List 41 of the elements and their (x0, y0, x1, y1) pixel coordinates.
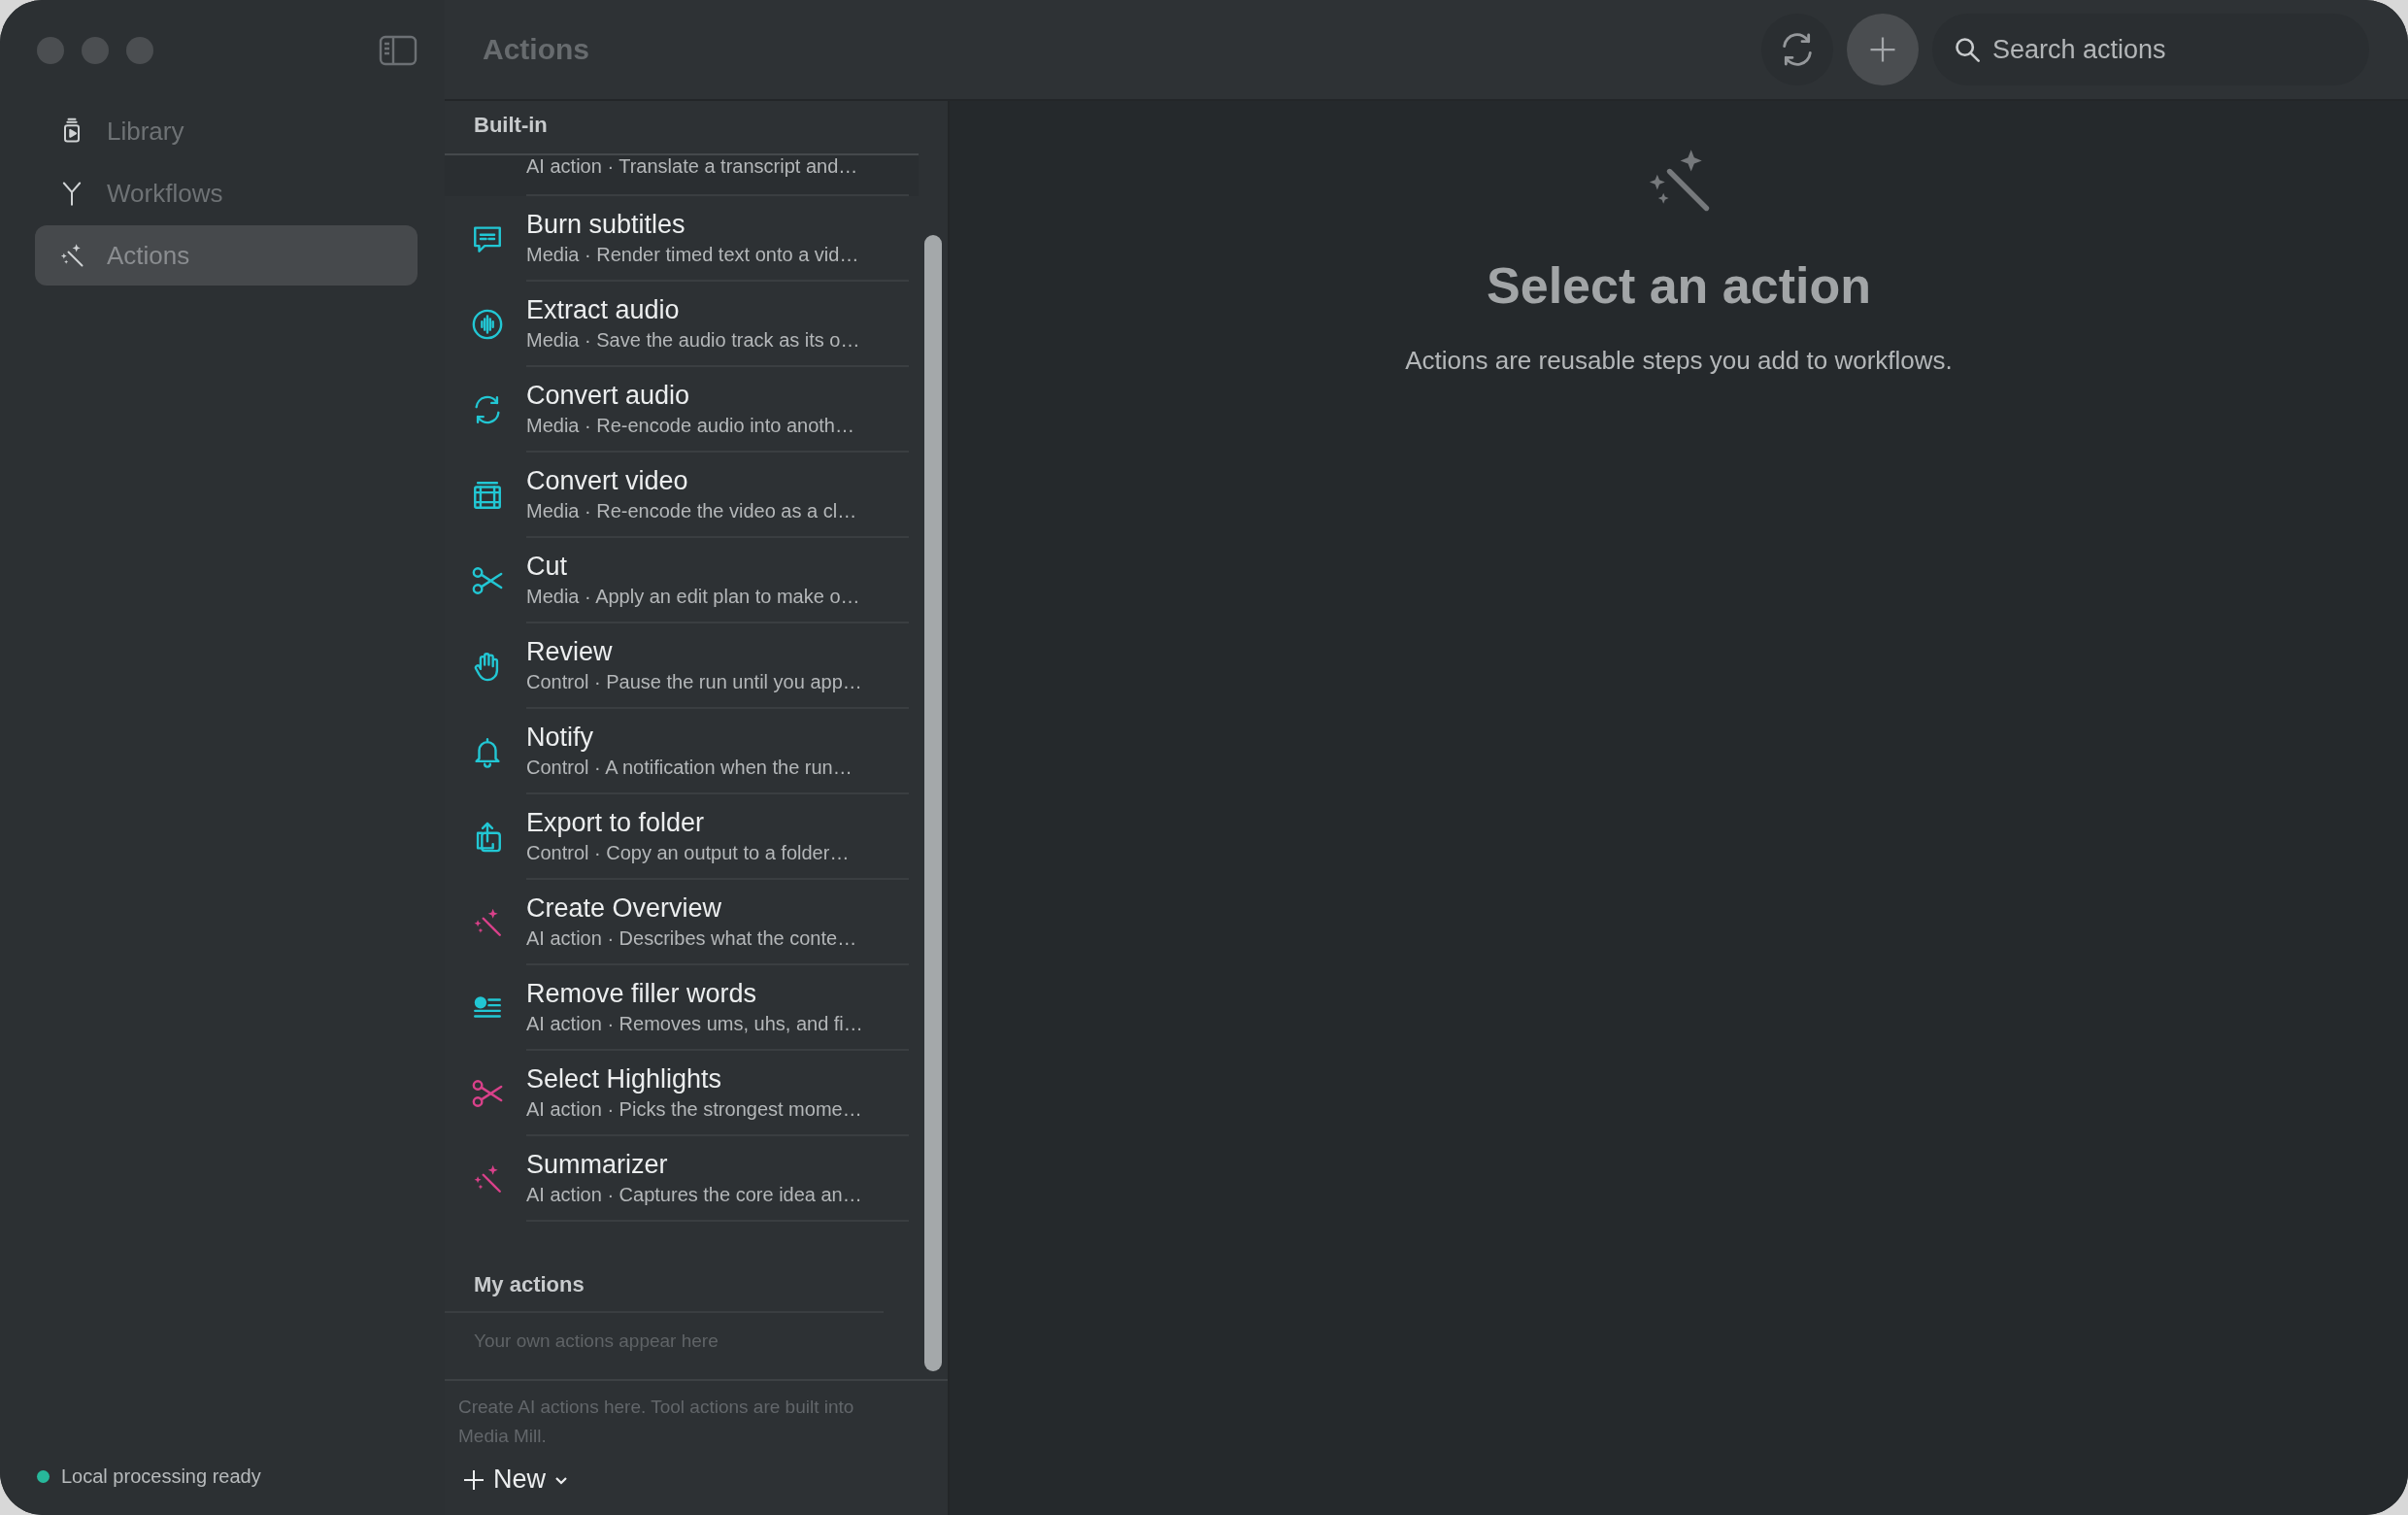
action-title[interactable]: Cut (526, 552, 909, 582)
magic-wand-icon (58, 242, 85, 269)
action-title[interactable]: Export to folder (526, 808, 909, 838)
zoom-window-button[interactable] (126, 37, 153, 64)
action-description: AI action · Captures the core idea an… (526, 1184, 863, 1206)
action-description: AI action · Describes what the conte… (526, 927, 858, 950)
new-button[interactable]: New (458, 1464, 573, 1495)
action-title[interactable]: Review (526, 637, 909, 667)
action-title[interactable]: Convert audio (526, 381, 909, 411)
empty-state-description: Actions are reusable steps you add to workflows. (1405, 346, 1953, 376)
minimize-window-button[interactable] (82, 37, 109, 64)
action-title[interactable]: Create Overview (526, 893, 909, 924)
action-description: Control · Pause the run until you app… (526, 671, 863, 693)
action-description: Control · A notification when the run… (526, 757, 853, 779)
action-description: Media · Render timed text onto a vid… (526, 244, 860, 266)
action-title[interactable]: Summarizer (526, 1150, 909, 1180)
action-description: AI action · Picks the strongest mome… (526, 1098, 863, 1121)
action-description: AI action · Removes ums, uhs, and fi… (526, 1013, 864, 1035)
status-dot (37, 1470, 50, 1483)
action-description: Media · Save the audio track as its o… (526, 329, 861, 352)
action-title[interactable]: Notify (526, 723, 909, 753)
search-icon (1954, 36, 1981, 63)
action-title[interactable]: Burn subtitles (526, 210, 909, 240)
action-title[interactable]: Select Highlights (526, 1064, 909, 1094)
empty-state-title: Select an action (1487, 256, 1871, 315)
plus-icon (1868, 35, 1897, 64)
action-description: Media · Re-encode audio into anoth… (526, 415, 855, 437)
section-heading: My actions (445, 1272, 884, 1313)
plus-icon (462, 1467, 485, 1492)
action-description: Control · Copy an output to a folder… (526, 842, 851, 864)
sidebar-toggle-icon[interactable] (379, 35, 418, 66)
action-title[interactable]: Extract audio (526, 295, 909, 325)
search-field[interactable]: Search actions (1932, 14, 2369, 85)
close-window-button[interactable] (37, 37, 64, 64)
action-title[interactable]: Convert video (526, 466, 909, 496)
window-title: Actions (483, 33, 589, 66)
action-description: Media · Re-encode the video as a cl… (526, 500, 858, 522)
action-description: AI action · Translate a transcript and… (526, 155, 859, 178)
status-text: Local processing ready (61, 1465, 261, 1488)
action-description: Media · Apply an edit plan to make o… (526, 586, 861, 608)
action-title[interactable]: Remove filler words (526, 979, 909, 1009)
